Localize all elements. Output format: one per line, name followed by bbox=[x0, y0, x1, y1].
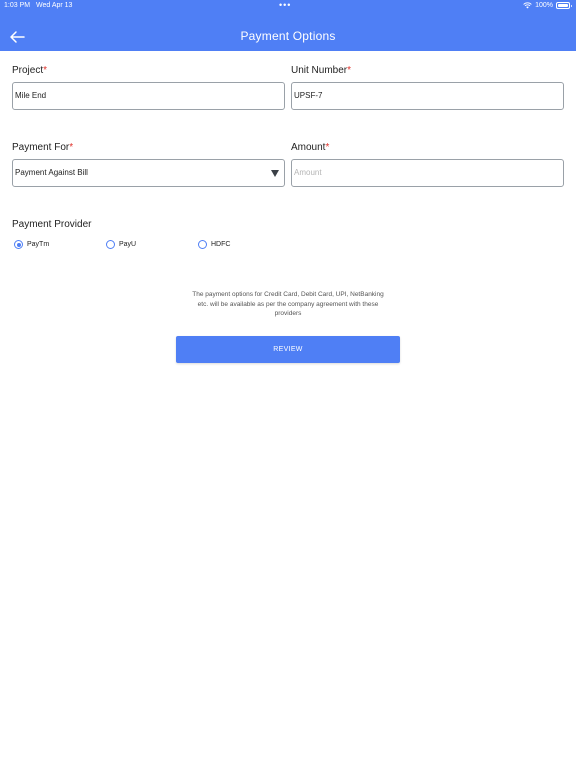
radio-hdfc[interactable]: HDFC bbox=[198, 240, 230, 249]
radio-paytm[interactable]: PayTm bbox=[14, 240, 49, 249]
amount-input[interactable]: Amount bbox=[291, 159, 564, 187]
review-button[interactable]: REVIEW bbox=[176, 336, 400, 363]
amount-placeholder: Amount bbox=[294, 168, 322, 177]
status-date: Wed Apr 13 bbox=[36, 2, 73, 9]
provider-info-text: The payment options for Credit Card, Deb… bbox=[192, 291, 384, 317]
battery-percent: 100% bbox=[535, 2, 553, 9]
required-asterisk: * bbox=[43, 65, 48, 76]
project-field[interactable]: Mile End bbox=[12, 82, 285, 110]
payment-provider-label: Payment Provider bbox=[12, 219, 92, 230]
radio-label-hdfc: HDFC bbox=[211, 241, 231, 248]
payment-for-label: Payment For* bbox=[12, 142, 74, 153]
unit-number-field[interactable]: UPSF-7 bbox=[291, 82, 564, 110]
required-asterisk: * bbox=[347, 65, 352, 76]
project-value: Mile End bbox=[15, 91, 47, 100]
dropdown-caret-icon bbox=[271, 170, 279, 177]
wifi-icon bbox=[523, 2, 532, 9]
radio-payu[interactable]: PayU bbox=[106, 240, 136, 249]
radio-selected-icon[interactable] bbox=[14, 240, 23, 249]
payment-for-select[interactable]: Payment Against Bill bbox=[12, 159, 285, 187]
radio-label-paytm: PayTm bbox=[27, 241, 50, 248]
multitasking-dots[interactable]: ••• bbox=[279, 1, 291, 10]
status-indicators: 100% bbox=[523, 2, 572, 9]
top-header: 1:03 PM Wed Apr 13 ••• 100% Payment Opti… bbox=[0, 0, 576, 51]
status-time: 1:03 PM bbox=[4, 2, 31, 9]
project-label: Project* bbox=[12, 65, 48, 76]
radio-label-payu: PayU bbox=[119, 241, 137, 248]
required-asterisk: * bbox=[325, 142, 330, 153]
unit-number-label: Unit Number* bbox=[291, 65, 352, 76]
radio-unselected-icon[interactable] bbox=[106, 240, 115, 249]
amount-label: Amount* bbox=[291, 142, 330, 153]
battery-icon bbox=[556, 2, 572, 9]
unit-number-value: UPSF-7 bbox=[294, 91, 323, 100]
radio-unselected-icon[interactable] bbox=[198, 240, 207, 249]
required-asterisk: * bbox=[69, 142, 74, 153]
page-title: Payment Options bbox=[240, 29, 336, 43]
payment-for-value: Payment Against Bill bbox=[15, 168, 88, 177]
